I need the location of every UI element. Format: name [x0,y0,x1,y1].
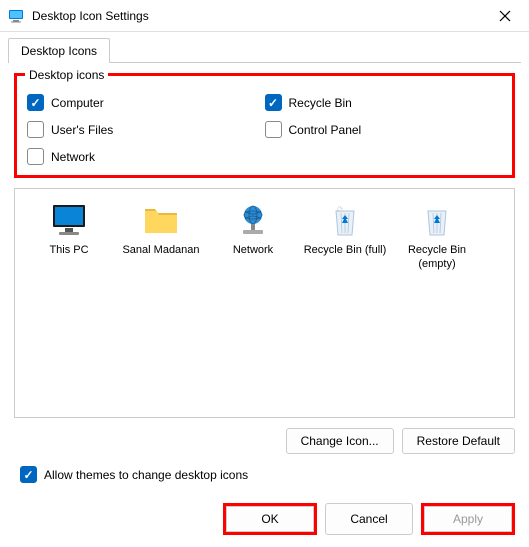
checkbox-control-panel[interactable]: Control Panel [265,121,503,138]
restore-default-button[interactable]: Restore Default [402,428,515,454]
checkbox-label: User's Files [51,123,113,137]
close-button[interactable] [489,0,521,32]
checkbox-label: Recycle Bin [289,96,352,110]
checkbox-computer[interactable]: Computer [27,94,265,111]
preview-label: Recycle Bin (full) [304,243,387,257]
network-icon [233,203,273,239]
checkbox-label: Control Panel [289,123,362,137]
checkbox-network[interactable]: Network [27,148,265,165]
group-legend: Desktop icons [25,68,108,82]
tab-desktop-icons[interactable]: Desktop Icons [8,38,110,63]
checkbox-label: Network [51,150,95,164]
recycle-bin-empty-icon [417,203,457,239]
checkbox-icon [27,121,44,138]
allow-themes-label: Allow themes to change desktop icons [44,468,248,482]
window-title: Desktop Icon Settings [32,9,489,23]
preview-label: Recycle Bin (empty) [391,243,483,272]
preview-label: This PC [49,243,88,257]
checkbox-grid: Computer Recycle Bin User's Files Contro… [27,88,502,165]
preview-label: Sanal Madanan [122,243,199,257]
tab-strip: Desktop Icons [0,32,529,63]
icon-preview-panel: This PC Sanal Madanan [14,188,515,418]
folder-icon [141,203,181,239]
titlebar: Desktop Icon Settings [0,0,529,32]
checkbox-icon [265,121,282,138]
highlight-ok: OK [223,503,317,535]
allow-themes-row[interactable]: Allow themes to change desktop icons [20,466,515,483]
close-icon [499,10,511,22]
checkbox-icon [20,466,37,483]
checkbox-icon [27,148,44,165]
cancel-button[interactable]: Cancel [325,503,413,535]
dialog-footer: OK Cancel Apply [0,493,529,547]
checkbox-users-files[interactable]: User's Files [27,121,265,138]
app-icon [8,8,24,24]
apply-button[interactable]: Apply [424,506,512,532]
recycle-bin-full-icon [325,203,365,239]
preview-recycle-bin-full[interactable]: Recycle Bin (full) [299,203,391,257]
preview-network[interactable]: Network [207,203,299,257]
change-icon-button[interactable]: Change Icon... [286,428,394,454]
preview-recycle-bin-empty[interactable]: Recycle Bin (empty) [391,203,483,272]
preview-user-folder[interactable]: Sanal Madanan [115,203,207,257]
ok-button[interactable]: OK [226,506,314,532]
highlight-apply: Apply [421,503,515,535]
checkbox-recycle-bin[interactable]: Recycle Bin [265,94,503,111]
monitor-icon [49,203,89,239]
preview-this-pc[interactable]: This PC [23,203,115,257]
checkbox-icon [265,94,282,111]
desktop-icons-group: Desktop icons Computer Recycle Bin User'… [14,73,515,178]
checkbox-icon [27,94,44,111]
dialog-content: Desktop icons Computer Recycle Bin User'… [0,63,529,493]
checkbox-label: Computer [51,96,104,110]
icon-buttons-row: Change Icon... Restore Default [14,428,515,454]
preview-label: Network [233,243,273,257]
